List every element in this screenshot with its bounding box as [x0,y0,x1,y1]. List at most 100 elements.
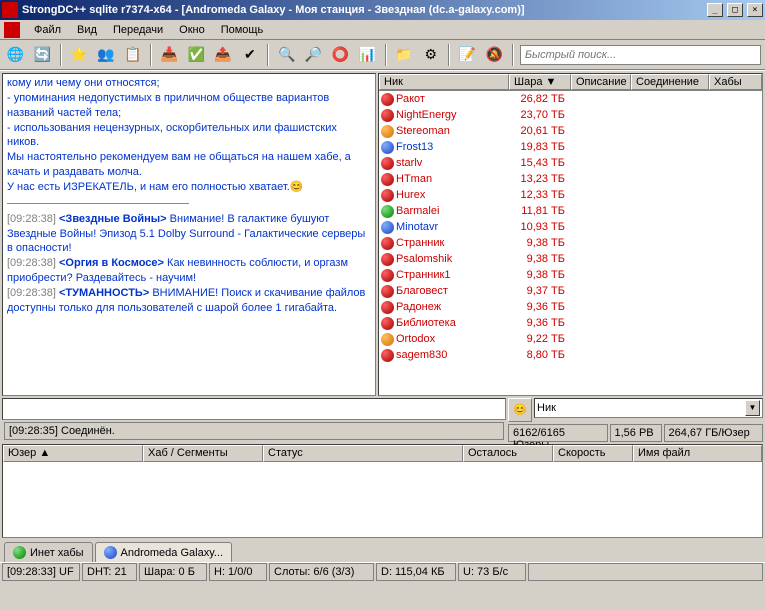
user-status-icon [381,253,394,266]
menubar: Файл Вид Передачи Окно Помощь [0,20,765,40]
notepad-icon[interactable]: 📝 [456,43,479,67]
download-queue-icon[interactable]: 📥 [158,43,181,67]
tab-inet-hubs[interactable]: Инет хабы [4,542,93,562]
user-row[interactable]: starlv15,43 ТБ [379,155,762,171]
user-status-icon [381,173,394,186]
network-stats-icon[interactable]: 📊 [356,43,379,67]
finished-dl-icon[interactable]: ✅ [185,43,208,67]
column-share[interactable]: Шара ▼ [509,74,571,90]
chevron-down-icon[interactable]: ▼ [745,400,760,416]
message-input[interactable] [2,398,506,420]
transfer-col-user[interactable]: Юзер ▲ [3,445,143,462]
user-row[interactable]: Minotavr10,93 ТБ [379,219,762,235]
app-icon [2,2,18,18]
column-nick[interactable]: Ник [379,74,509,90]
user-row[interactable]: Barmalei11,81 ТБ [379,203,762,219]
search-spy-icon[interactable]: ⭕ [329,43,352,67]
close-button[interactable]: × [747,3,763,17]
favorite-icon[interactable]: ⭐ [68,43,91,67]
user-row[interactable]: Радонеж9,36 ТБ [379,299,762,315]
open-file-icon[interactable]: 📁 [393,43,416,67]
status-per-user: 264,67 ГБ/Юзер [664,424,764,442]
user-list: Ник Шара ▼ Описание Соединение Хабы Рако… [378,73,763,396]
user-status-icon [381,157,394,170]
user-row[interactable]: NightEnergy23,70 ТБ [379,107,762,123]
user-row[interactable]: Hurex12,33 ТБ [379,187,762,203]
transfer-col-status[interactable]: Статус [263,445,463,462]
chat-log[interactable]: кому или чему они относятся; - упоминани… [3,74,375,395]
window-title: StrongDC++ sqlite r7374-x64 - [Andromeda… [22,4,706,16]
user-status-icon [381,285,394,298]
menu-file[interactable]: Файл [26,22,69,38]
user-status-icon [381,221,394,234]
user-row[interactable]: Благовест9,37 ТБ [379,283,762,299]
refresh-icon[interactable]: 🔄 [31,43,54,67]
user-row[interactable]: Frost1319,83 ТБ [379,139,762,155]
user-row[interactable]: Библиотека9,36 ТБ [379,315,762,331]
user-status-icon [381,349,394,362]
user-status-icon [381,109,394,122]
user-row[interactable]: Psalomshik9,38 ТБ [379,251,762,267]
user-row[interactable]: Ortodox9,22 ТБ [379,331,762,347]
user-row[interactable]: HTman13,23 ТБ [379,171,762,187]
statusbar: [09:28:33] UF DHT: 21 Шара: 0 Б H: 1/0/0… [0,562,765,582]
column-desc[interactable]: Описание [571,74,631,90]
status-h: H: 1/0/0 [209,563,267,581]
user-row[interactable]: Ракот26,82 ТБ [379,91,762,107]
status-slots: Слоты: 6/6 (3/3) [269,563,374,581]
emoji-button[interactable]: 😊 [508,398,532,422]
users-icon[interactable]: 👥 [94,43,117,67]
user-status-icon [381,189,394,202]
transfer-col-file[interactable]: Имя файл [633,445,762,462]
user-row[interactable]: Странник19,38 ТБ [379,267,762,283]
hub-icon [104,546,117,559]
user-row[interactable]: Stereoman20,61 ТБ [379,123,762,139]
minimize-button[interactable]: _ [707,3,723,17]
column-hubs[interactable]: Хабы [709,74,762,90]
toolbar: 🌐 🔄 ⭐ 👥 📋 📥 ✅ 📤 ✔ 🔍 🔎 ⭕ 📊 📁 ⚙ 📝 🔕 [0,40,765,70]
settings-icon[interactable]: ⚙ [419,43,442,67]
away-icon[interactable]: 🔕 [483,43,506,67]
status-size: 1,56 PB [610,424,662,442]
app-menu-icon[interactable] [4,22,20,38]
menu-window[interactable]: Окно [171,22,213,38]
menu-transfers[interactable]: Передачи [105,22,171,38]
transfer-col-remaining[interactable]: Осталось [463,445,553,462]
transfer-col-speed[interactable]: Скорость [553,445,633,462]
user-status-icon [381,141,394,154]
user-row[interactable]: Странник9,38 ТБ [379,235,762,251]
user-status-icon [381,269,394,282]
status-share: Шара: 0 Б [139,563,207,581]
quick-search-input[interactable] [520,45,761,65]
user-row[interactable]: sagem8308,80 ТБ [379,347,762,363]
user-status-icon [381,333,394,346]
user-status-icon [381,125,394,138]
finished-ul-icon[interactable]: ✔ [239,43,262,67]
upload-queue-icon[interactable]: 📤 [212,43,235,67]
search-icon[interactable]: 🔍 [275,43,298,67]
tab-bar: Инет хабы Andromeda Galaxy... [0,540,765,562]
status-users: 6162/6165 Юзеры [508,424,608,442]
nick-combo[interactable]: Ник▼ [534,398,763,418]
menu-view[interactable]: Вид [69,22,105,38]
transfer-list: Юзер ▲ Хаб / Сегменты Статус Осталось Ск… [2,444,763,538]
user-status-icon [381,93,394,106]
user-status-icon [381,301,394,314]
globe-icon [13,546,26,559]
menu-help[interactable]: Помощь [213,22,272,38]
status-ts: [09:28:33] UF [2,563,80,581]
column-conn[interactable]: Соединение [631,74,709,90]
transfer-col-hub[interactable]: Хаб / Сегменты [143,445,263,462]
maximize-button[interactable]: □ [727,3,743,17]
globe-icon[interactable]: 🌐 [4,43,27,67]
recents-icon[interactable]: 📋 [121,43,144,67]
user-status-icon [381,317,394,330]
user-status-icon [381,205,394,218]
adl-search-icon[interactable]: 🔎 [302,43,325,67]
chat-pane: кому или чему они относятся; - упоминани… [2,73,376,396]
status-connected: [09:28:35] Соединён. [4,422,504,440]
status-up: U: 73 Б/с [458,563,526,581]
status-dht: DHT: 21 [82,563,137,581]
tab-andromeda[interactable]: Andromeda Galaxy... [95,542,233,562]
user-status-icon [381,237,394,250]
